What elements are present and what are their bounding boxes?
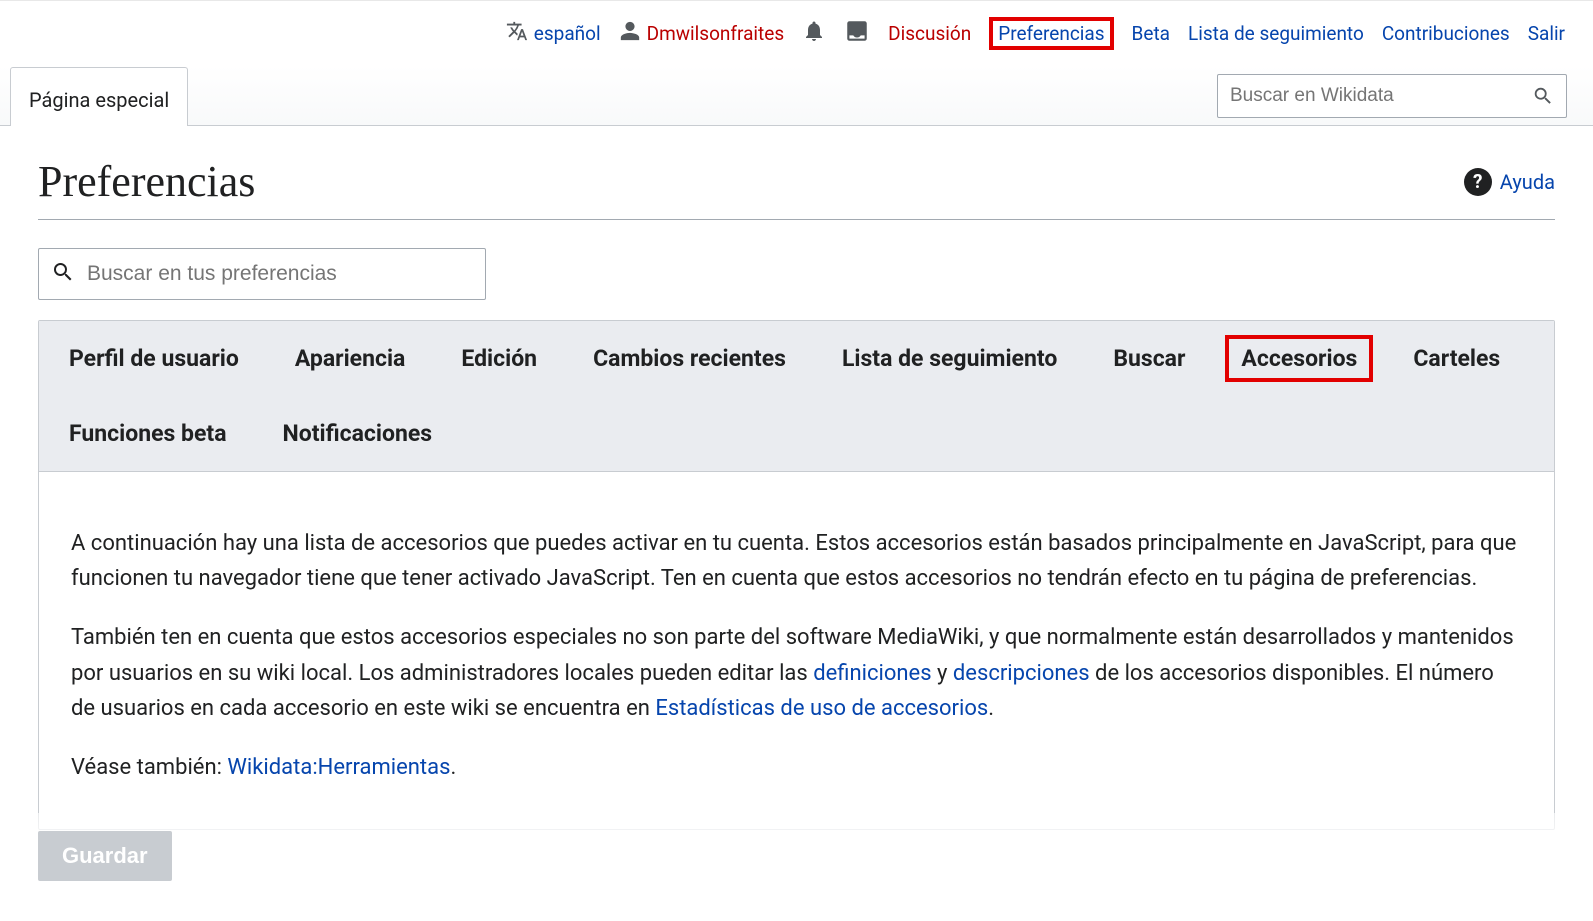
preferences-search[interactable] <box>38 248 486 300</box>
help-label: Ayuda <box>1500 170 1555 194</box>
tab-gadgets[interactable]: Accesorios <box>1225 335 1373 382</box>
intro-paragraph-1: A continuación hay una lista de accesori… <box>71 526 1522 596</box>
wikidata-tools-link[interactable]: Wikidata:Herramientas <box>227 755 450 780</box>
save-bar: Guardar <box>0 813 1593 921</box>
watchlist-link[interactable]: Lista de seguimiento <box>1188 22 1364 45</box>
language-link[interactable]: español <box>534 22 601 45</box>
translate-icon <box>506 20 528 47</box>
preferences-search-input[interactable] <box>87 262 473 286</box>
tab-search[interactable]: Buscar <box>1113 345 1185 372</box>
see-also-paragraph: Véase también: Wikidata:Herramientas. <box>71 750 1522 785</box>
descriptions-link[interactable]: descripciones <box>953 661 1090 686</box>
help-link[interactable]: ? Ayuda <box>1464 168 1555 196</box>
preferences-link[interactable]: Preferencias <box>989 17 1113 50</box>
definitions-link[interactable]: definiciones <box>813 661 931 686</box>
tab-body: A continuación hay una lista de accesori… <box>39 472 1554 829</box>
top-nav: español Dmwilsonfraites Discusión Prefer… <box>0 0 1593 66</box>
search-icon <box>51 260 75 288</box>
tab-user-profile[interactable]: Perfil de usuario <box>69 345 239 372</box>
intro-paragraph-2: También ten en cuenta que estos accesori… <box>71 620 1522 726</box>
tab-banners[interactable]: Carteles <box>1413 345 1500 372</box>
user-icon <box>619 20 641 47</box>
site-search[interactable] <box>1217 74 1567 118</box>
tab-editing[interactable]: Edición <box>461 345 537 372</box>
special-page-tab[interactable]: Página especial <box>10 67 188 126</box>
preferences-tabs-container: Perfil de usuario Apariencia Edición Cam… <box>38 320 1555 830</box>
site-search-input[interactable] <box>1218 85 1520 107</box>
discussion-link[interactable]: Discusión <box>888 22 971 45</box>
tab-notifications[interactable]: Notificaciones <box>283 420 433 447</box>
save-button[interactable]: Guardar <box>38 831 172 881</box>
help-icon: ? <box>1464 168 1492 196</box>
page-title: Preferencias <box>38 156 255 207</box>
username-link[interactable]: Dmwilsonfraites <box>647 22 785 45</box>
search-icon[interactable] <box>1520 85 1566 107</box>
beta-link[interactable]: Beta <box>1132 22 1170 45</box>
secondary-bar: Página especial <box>0 66 1593 126</box>
tabs-header: Perfil de usuario Apariencia Edición Cam… <box>39 321 1554 472</box>
logout-link[interactable]: Salir <box>1528 22 1565 45</box>
tab-beta-features[interactable]: Funciones beta <box>69 420 227 447</box>
tab-watchlist[interactable]: Lista de seguimiento <box>842 345 1057 372</box>
tab-recent-changes[interactable]: Cambios recientes <box>593 345 786 372</box>
bell-icon[interactable] <box>802 19 826 48</box>
inbox-icon[interactable] <box>844 18 870 49</box>
gadget-stats-link[interactable]: Estadísticas de uso de accesorios <box>655 696 988 721</box>
content: Preferencias ? Ayuda Perfil de usuario A… <box>0 126 1593 830</box>
tab-appearance[interactable]: Apariencia <box>295 345 406 372</box>
contributions-link[interactable]: Contribuciones <box>1382 22 1510 45</box>
